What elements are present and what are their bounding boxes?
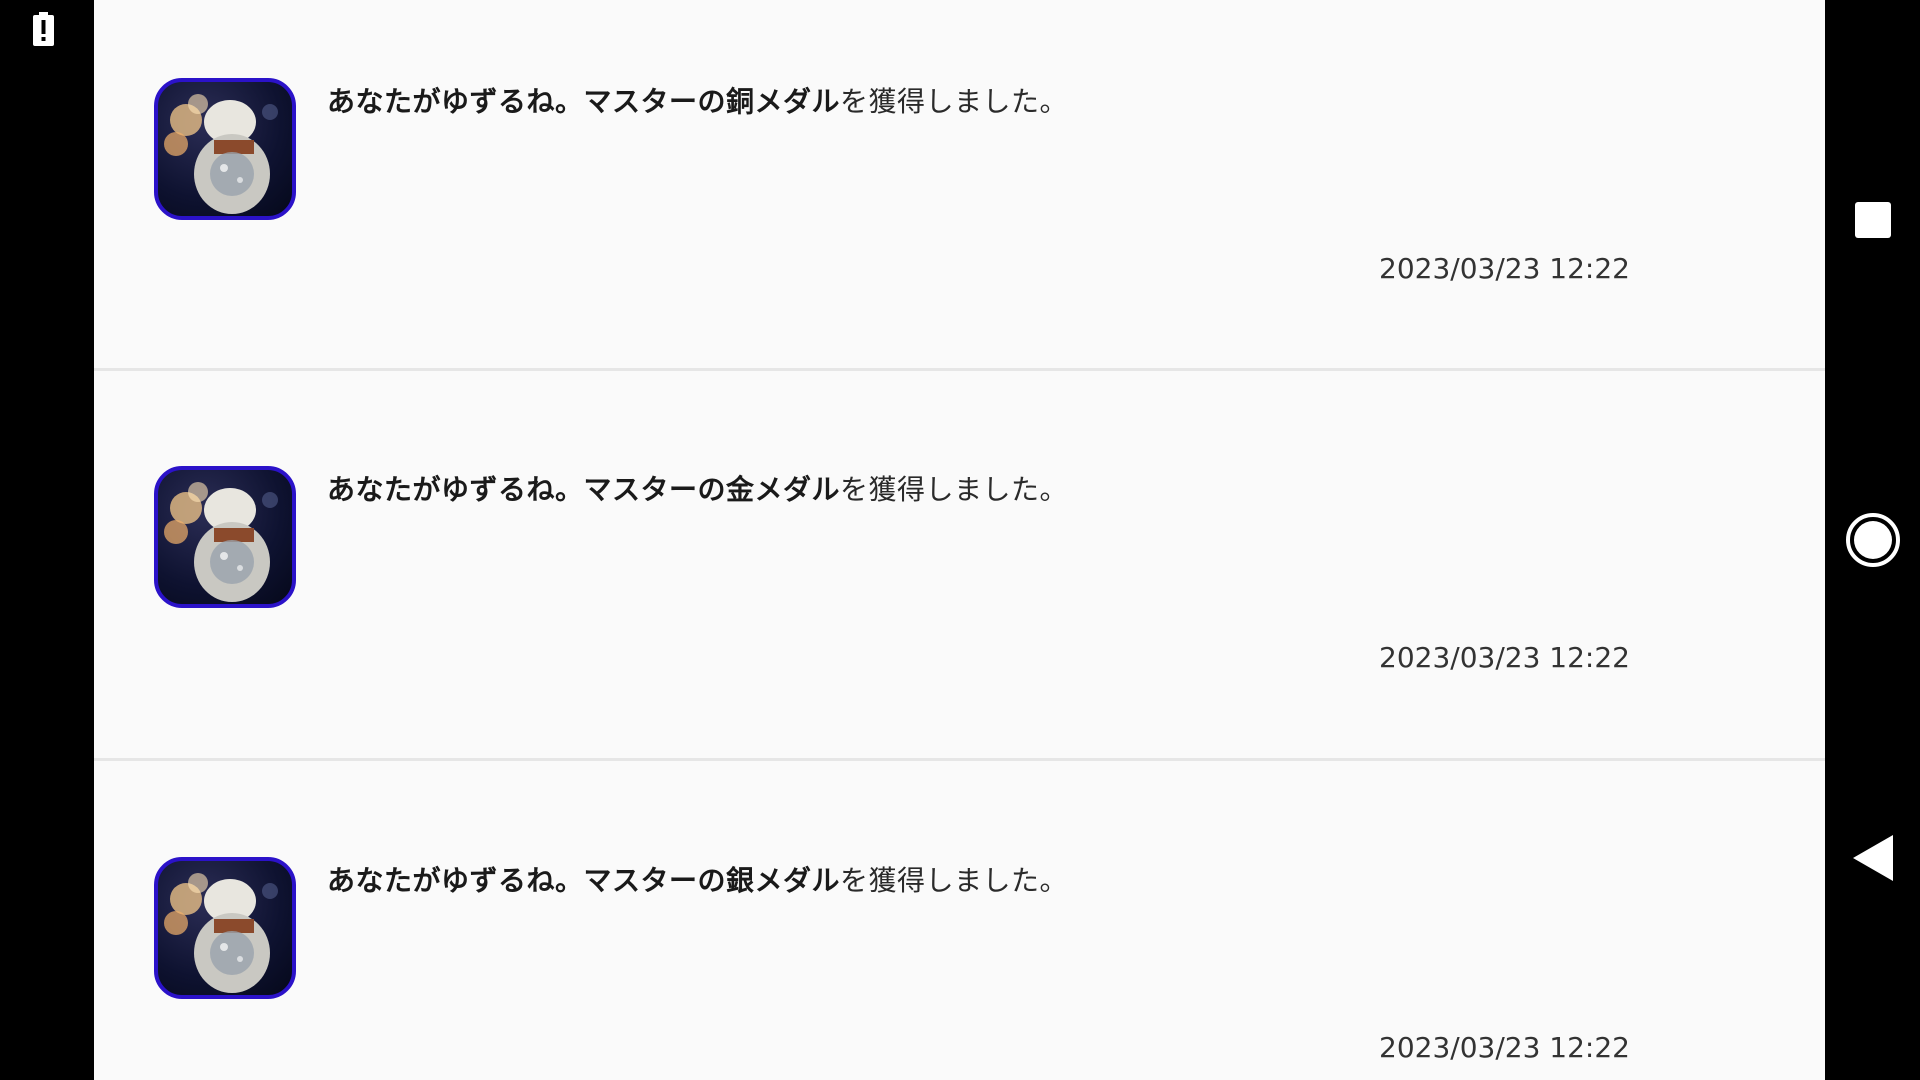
snowman-medal-avatar [154, 857, 296, 999]
circle-home-icon [1846, 513, 1900, 567]
list-item[interactable]: あなたがゆずるね。マスターの金メダルを獲得しました。 2023/03/23 12… [94, 371, 1825, 740]
notification-bold-text: あなたがゆずるね。マスターの銀メダル [327, 864, 841, 897]
notification-message: あなたがゆずるね。マスターの銀メダルを獲得しました。 [327, 859, 1068, 899]
notification-timestamp: 2023/03/23 12:22 [1379, 641, 1630, 674]
notification-normal-text: を獲得しました。 [840, 473, 1069, 506]
notification-timestamp: 2023/03/23 12:22 [1379, 252, 1630, 285]
notification-bold-text: あなたがゆずるね。マスターの金メダル [327, 473, 841, 506]
system-navigation-bar [1826, 0, 1920, 1080]
snowman-medal-avatar [154, 78, 296, 220]
back-button[interactable] [1826, 818, 1920, 898]
left-status-strip [0, 0, 94, 1080]
notification-bold-text: あなたがゆずるね。マスターの銅メダル [327, 85, 841, 118]
snowman-medal-avatar [154, 466, 296, 608]
home-button[interactable] [1826, 500, 1920, 580]
list-item[interactable]: あなたがゆずるね。マスターの銅メダルを獲得しました。 2023/03/23 12… [94, 0, 1825, 369]
notification-normal-text: を獲得しました。 [840, 85, 1069, 118]
square-recents-icon [1855, 202, 1891, 238]
notification-normal-text: を獲得しました。 [840, 864, 1069, 897]
notification-timestamp: 2023/03/23 12:22 [1379, 1031, 1630, 1064]
notification-message: あなたがゆずるね。マスターの金メダルを獲得しました。 [327, 468, 1068, 508]
recents-button[interactable] [1826, 180, 1920, 260]
triangle-back-icon [1853, 835, 1893, 881]
notification-message: あなたがゆずるね。マスターの銅メダルを獲得しました。 [327, 80, 1068, 120]
list-item[interactable]: あなたがゆずるね。マスターの銀メダルを獲得しました。 2023/03/23 12… [94, 761, 1825, 1080]
notification-list: あなたがゆずるね。マスターの銅メダルを獲得しました。 2023/03/23 12… [94, 0, 1825, 1080]
battery-alert-icon [33, 12, 54, 46]
